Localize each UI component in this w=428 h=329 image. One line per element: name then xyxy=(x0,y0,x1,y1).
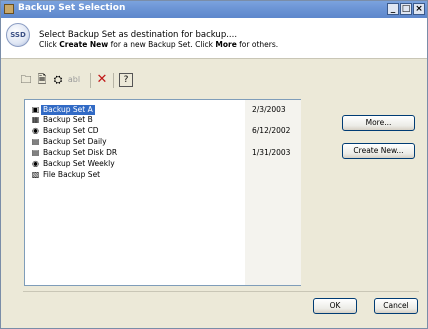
ok-button[interactable]: OK xyxy=(313,298,357,314)
cd-icon: ◉ xyxy=(32,126,39,135)
title-bar[interactable]: Backup Set Selection _ □ × xyxy=(1,1,427,18)
instruction-header: SSD Select Backup Set as destination for… xyxy=(1,18,427,59)
cd-icon: ◉ xyxy=(32,159,39,168)
app-icon xyxy=(4,4,14,14)
list-item-name: Backup Set B xyxy=(43,115,93,124)
list-item[interactable]: ◉ Backup Set Weekly xyxy=(31,159,301,169)
backup-set-icon: ▣ xyxy=(31,105,40,114)
list-item-name: Backup Set Disk DR xyxy=(43,148,118,157)
list-item-name: Backup Set CD xyxy=(43,126,99,135)
instruction-more: More xyxy=(215,40,237,49)
more-button[interactable]: More... xyxy=(342,115,415,131)
window-title: Backup Set Selection xyxy=(18,3,126,13)
file-backup-icon: ▧ xyxy=(31,170,40,179)
toolbar-separator xyxy=(113,73,114,88)
new-icon[interactable]: 🗀 xyxy=(19,73,33,87)
list-item-date: 2/3/2003 xyxy=(252,105,286,114)
cancel-button[interactable]: Cancel xyxy=(374,298,418,314)
list-item[interactable]: ◉ Backup Set CD 6/12/2002 xyxy=(31,126,301,136)
rename-icon[interactable]: abl xyxy=(67,73,81,87)
create-new-button[interactable]: Create New... xyxy=(342,143,415,159)
close-button[interactable]: × xyxy=(413,3,425,15)
network-backup-icon: ▦ xyxy=(31,115,40,124)
instruction-text: Select Backup Set as destination for bac… xyxy=(39,30,238,40)
instruction-subtext: Click Create New for a new Backup Set. C… xyxy=(39,40,278,49)
list-item[interactable]: ▤ Backup Set Daily xyxy=(31,137,301,147)
list-item[interactable]: ▣ Backup Set A 2/3/2003 xyxy=(31,105,301,115)
disk-icon: ▤ xyxy=(31,137,40,146)
backup-set-selection-dialog: Backup Set Selection _ □ × SSD Select Ba… xyxy=(0,0,428,329)
delete-icon[interactable]: ✕ xyxy=(95,73,109,87)
toolbar-separator xyxy=(90,73,91,88)
instruction-mid: for a new Backup Set. Click xyxy=(108,40,216,49)
list-item-name: File Backup Set xyxy=(43,170,101,179)
list-item-date: 6/12/2002 xyxy=(252,126,291,135)
list-item[interactable]: ▧ File Backup Set xyxy=(31,170,301,180)
properties-icon[interactable]: 🗎 xyxy=(35,73,49,87)
list-item-name: Backup Set Weekly xyxy=(43,159,115,168)
run-icon[interactable]: ⛭ xyxy=(51,73,65,87)
backup-set-icon: SSD xyxy=(6,23,30,47)
divider xyxy=(23,291,419,292)
instruction-create-new: Create New xyxy=(59,40,109,49)
list-item-date: 1/31/2003 xyxy=(252,148,291,157)
list-item-name: Backup Set Daily xyxy=(43,137,107,146)
help-icon[interactable]: ? xyxy=(119,73,133,87)
minimize-button[interactable]: _ xyxy=(387,3,399,15)
list-item[interactable]: ▦ Backup Set B xyxy=(31,115,301,125)
list-item-name: Backup Set A xyxy=(41,105,95,115)
instruction-suffix: for others. xyxy=(236,40,279,49)
list-item[interactable]: ▤ Backup Set Disk DR 1/31/2003 xyxy=(31,148,301,158)
instruction-prefix: Click xyxy=(39,40,60,49)
maximize-button[interactable]: □ xyxy=(400,3,412,15)
disk-icon: ▤ xyxy=(31,148,40,157)
backup-set-list[interactable]: ▣ Backup Set A 2/3/2003 ▦ Backup Set B ◉… xyxy=(24,99,301,286)
